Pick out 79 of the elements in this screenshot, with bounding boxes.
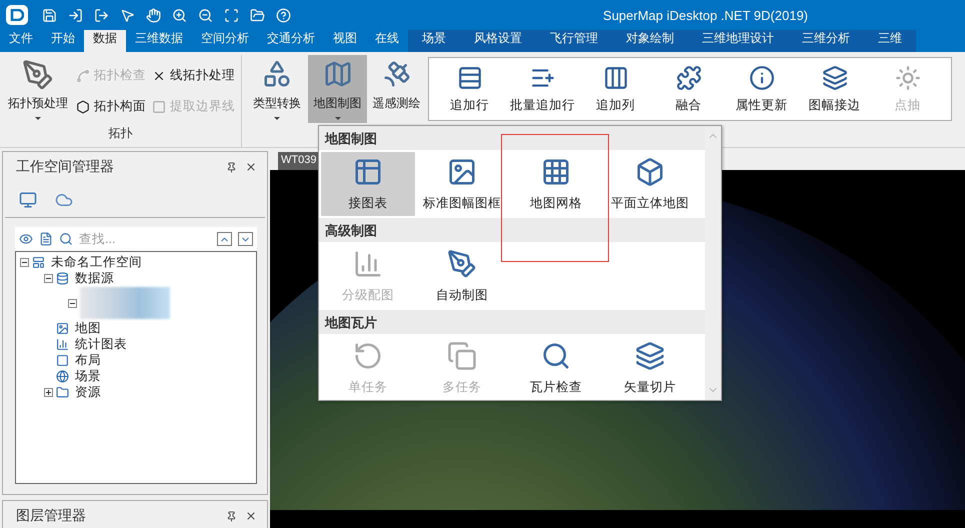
section-header: 地图瓦片 — [319, 310, 705, 334]
menu-item[interactable]: 地图网格 — [509, 152, 603, 216]
section-header: 地图制图 — [319, 126, 705, 150]
rotate-icon — [353, 340, 383, 370]
menu-item[interactable]: 瓦片检查 — [509, 336, 603, 400]
ribbon-tab[interactable]: 风格设置 — [460, 30, 536, 52]
rows-icon — [456, 64, 482, 90]
menu-item[interactable]: 平面立体地图 — [603, 152, 697, 216]
chart-icon — [353, 248, 383, 278]
ribbon-tab[interactable]: 对象绘制 — [612, 30, 688, 52]
info-icon — [748, 64, 774, 90]
ribbon-tab[interactable]: 三维分析 — [788, 30, 864, 52]
grid-icon — [541, 156, 571, 186]
stack-icon — [447, 340, 477, 370]
gallery-button[interactable]: 图幅接边 — [798, 64, 871, 114]
tree-item[interactable]: 场景 — [75, 368, 101, 384]
ribbon-tab[interactable]: 飞行管理 — [536, 30, 612, 52]
expand-toggle[interactable] — [44, 388, 53, 396]
ribbon-button[interactable]: 类型转换 — [246, 55, 308, 123]
tree-item[interactable]: 布局 — [75, 352, 101, 368]
window-title: SuperMap iDesktop .NET 9D(2019) — [603, 8, 808, 22]
datasource-icon — [56, 272, 69, 284]
ribbon-tab[interactable]: 场景 — [408, 30, 460, 52]
layers-icon — [635, 340, 665, 370]
ribbon-tab[interactable]: 三维地理设计 — [688, 30, 788, 52]
panel-title: 工作空间管理器 — [16, 158, 115, 176]
collapse-toggle[interactable] — [44, 274, 53, 282]
move-up-button[interactable] — [217, 232, 232, 246]
menu-item[interactable]: 接图表 — [321, 152, 415, 216]
columns-icon — [602, 64, 628, 90]
app-logo — [6, 5, 28, 25]
move-down-button[interactable] — [238, 232, 253, 246]
folder-icon — [56, 386, 69, 398]
scene-icon — [56, 370, 69, 382]
pin-icon[interactable] — [226, 510, 237, 522]
tree-item[interactable]: 数据源 — [75, 270, 114, 286]
ribbon-button[interactable]: 地图制图 — [308, 55, 367, 123]
gallery-button[interactable]: 追加行 — [433, 64, 506, 114]
search-icon[interactable] — [59, 232, 73, 246]
gallery-button[interactable]: 融合 — [652, 64, 725, 114]
folded-map-icon — [322, 59, 352, 89]
topology-preprocess-button[interactable]: 拓扑预处理 — [0, 55, 76, 123]
menu-item[interactable]: 标准图幅图框 — [415, 152, 509, 216]
workspace-icon — [32, 256, 45, 268]
magnifier-icon — [541, 340, 571, 370]
collapse-toggle[interactable] — [20, 258, 29, 266]
group-label: 拓扑 — [108, 125, 134, 142]
menu-item[interactable]: 自动制图 — [415, 244, 509, 308]
block-icon — [635, 156, 665, 186]
ribbon-button[interactable]: 拓扑构面 — [76, 98, 146, 115]
document-tab[interactable]: WT039 — [278, 152, 320, 170]
tree-item[interactable]: 未命名工作空间 — [51, 254, 142, 270]
gallery-button[interactable]: 属性更新 — [725, 64, 798, 114]
gallery-button[interactable]: 批量追加行 — [506, 64, 579, 114]
tree-item[interactable]: 统计图表 — [75, 336, 127, 352]
nodes-icon — [76, 68, 90, 82]
close-icon[interactable] — [245, 161, 257, 173]
chart-icon — [56, 338, 69, 350]
ribbon-button[interactable]: 遥感测绘 — [367, 55, 426, 123]
ribbon-tab[interactable]: 三维 — [864, 30, 916, 52]
collapse-toggle[interactable] — [68, 298, 77, 308]
outline-icon — [152, 100, 166, 114]
eye-icon[interactable] — [19, 232, 33, 246]
puzzle-icon — [676, 64, 702, 90]
satellite-icon — [382, 59, 412, 89]
section-header: 高级制图 — [319, 218, 705, 242]
tree-item[interactable]: 地图 — [75, 320, 101, 336]
panel-title: 图层管理器 — [16, 507, 87, 525]
tree-item[interactable]: 资源 — [75, 384, 101, 400]
ribbon-button[interactable]: 线拓扑处理 — [152, 67, 235, 84]
pin-icon[interactable] — [226, 162, 237, 172]
plus-icon — [45, 388, 52, 396]
close-icon[interactable] — [245, 510, 257, 522]
ribbon-tab[interactable]: 数据 — [84, 30, 126, 52]
document-icon[interactable] — [39, 232, 53, 246]
menu-item[interactable]: 矢量切片 — [603, 336, 697, 400]
table-icon — [353, 156, 383, 186]
shape-convert-icon — [262, 59, 292, 89]
gallery-button[interactable]: 追加列 — [579, 64, 652, 114]
